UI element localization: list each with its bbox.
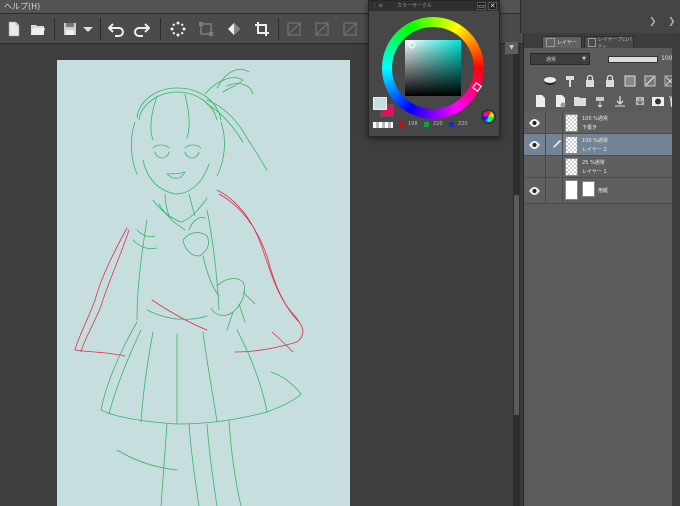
layer-name: 下書き [582, 125, 598, 131]
open-file-icon[interactable] [28, 19, 48, 39]
layer-tools-row-1 [524, 70, 680, 92]
redo-icon[interactable] [132, 19, 152, 39]
scroll-thumb[interactable] [514, 195, 519, 415]
panel-dropdown-icon[interactable]: ▼ [505, 42, 518, 54]
layer-row-layer-2[interactable]: 100 %通常 レイヤー 2 [524, 134, 680, 156]
clip-icon[interactable] [562, 73, 578, 89]
color-wheel-title: カラーサークル [397, 3, 432, 9]
color-wheel-titlebar[interactable]: ⋮≡ カラーサークル ▭ ✕ [369, 1, 499, 11]
pen-icon [553, 140, 561, 148]
dropdown-icon[interactable] [78, 19, 98, 39]
right-panel-header: ❯ ❯ [520, 0, 680, 33]
tab-layer[interactable]: レイヤー [542, 36, 582, 48]
layer-row-paper[interactable]: 用紙 [524, 178, 680, 204]
red-value: 198 [399, 120, 418, 128]
layer-thumbnail [565, 180, 578, 200]
eye-icon[interactable] [529, 119, 540, 127]
new-vector-layer-icon[interactable] [552, 93, 568, 109]
transfer-lower-icon[interactable] [592, 93, 608, 109]
color-mode-icon[interactable] [481, 109, 496, 124]
main-color-swatch[interactable] [373, 97, 387, 110]
green-value: 220 [424, 120, 443, 128]
combine-icon[interactable] [632, 93, 648, 109]
sketch-drawing [74, 69, 304, 506]
chevron-right-icon-2[interactable]: ❯ [668, 17, 676, 27]
menu-help[interactable]: ヘルプ(H) [4, 1, 40, 12]
layer-panel-scrollbar[interactable] [672, 33, 680, 506]
transparent-swatch[interactable] [373, 122, 393, 128]
blend-row: 通常 ▼ 100 [524, 51, 680, 68]
merge-down-icon[interactable] [612, 93, 628, 109]
lock-icon[interactable] [582, 73, 598, 89]
fill-icon[interactable] [224, 19, 244, 39]
new-raster-layer-icon[interactable] [532, 93, 548, 109]
layer-tools-row-2 [524, 90, 680, 112]
disabled-tool-icon-3 [340, 19, 360, 39]
layer-panel-tabs: レイヤー レイヤープロパティ [524, 33, 680, 50]
transform-icon[interactable] [196, 19, 216, 39]
new-file-icon[interactable] [4, 19, 24, 39]
tab-layer-property[interactable]: レイヤープロパティ [584, 36, 634, 50]
layer-opacity-blend: 25 %通常 [582, 160, 605, 166]
layer-name: レイヤー 1 [582, 169, 607, 175]
loading-icon[interactable] [168, 19, 188, 39]
crop-icon[interactable] [252, 19, 272, 39]
layer-row-layer-1[interactable]: 25 %通常 レイヤー 1 [524, 156, 680, 178]
layer-mask-icon[interactable] [650, 93, 666, 109]
save-icon[interactable] [60, 19, 80, 39]
new-folder-icon[interactable] [572, 93, 588, 109]
panel-menu-button[interactable]: ▭ [477, 2, 486, 10]
panel-close-button[interactable]: ✕ [488, 2, 497, 10]
layer-opacity-blend: 100 %通常 [582, 138, 608, 144]
panel-grip-icon[interactable]: ⋮≡ [372, 3, 383, 9]
layer-opacity-blend: 100 %通常 [582, 116, 608, 122]
hue-ring[interactable] [378, 13, 488, 123]
draft-layer-icon[interactable] [642, 73, 658, 89]
eye-icon[interactable] [529, 141, 540, 149]
blue-value: 220 [449, 120, 468, 128]
layer-thumbnail [565, 114, 578, 132]
layer-name: 用紙 [598, 188, 609, 194]
paper-icon [582, 181, 595, 197]
layer-name: レイヤー 2 [582, 147, 607, 153]
opacity-value: 100 [661, 55, 673, 62]
layer-panel: レイヤー レイヤープロパティ 通常 ▼ 100 100 %通常 下書き 100 … [523, 33, 680, 506]
layer-thumbnail [565, 136, 578, 154]
disabled-tool-icon [284, 19, 304, 39]
color-wheel-panel: ⋮≡ カラーサークル ▭ ✕ 198 220 220 [368, 0, 500, 137]
lock-transparency-icon[interactable] [602, 73, 618, 89]
canvas-vertical-scrollbar[interactable] [513, 45, 520, 506]
layer-row-sketch[interactable]: 100 %通常 下書き [524, 112, 680, 134]
chevron-right-icon[interactable]: ❯ [649, 17, 657, 27]
paper-layer-icon[interactable] [542, 73, 558, 89]
layer-thumbnail [565, 158, 578, 176]
blend-mode-select[interactable]: 通常 ▼ [530, 53, 590, 65]
disabled-tool-icon-2 [312, 19, 332, 39]
reference-layer-icon[interactable] [622, 73, 638, 89]
drawing-canvas[interactable] [57, 60, 350, 506]
undo-icon[interactable] [106, 19, 126, 39]
opacity-slider[interactable] [608, 56, 658, 63]
eye-icon[interactable] [529, 187, 540, 195]
